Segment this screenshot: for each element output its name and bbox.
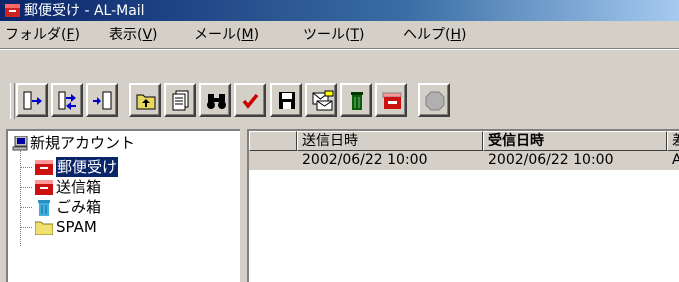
window-title: 郵便受け - AL-Mail bbox=[24, 3, 145, 19]
send-mail-button[interactable] bbox=[86, 83, 118, 117]
column-header-sent[interactable]: 送信日時 bbox=[297, 131, 483, 151]
find-button[interactable] bbox=[199, 83, 231, 117]
tree-label-trash: ごみ箱 bbox=[56, 198, 102, 216]
cell-received: 2002/06/22 10:00 bbox=[488, 152, 614, 168]
folder-icon bbox=[35, 221, 53, 235]
tree-label-account: 新規アカウント bbox=[30, 134, 136, 152]
menu-mail[interactable]: メール(M) bbox=[194, 25, 259, 45]
save-button[interactable] bbox=[270, 83, 302, 117]
trash-icon bbox=[351, 92, 363, 110]
inbox-icon bbox=[35, 160, 53, 175]
menu-view[interactable]: 表示(V) bbox=[109, 25, 158, 45]
stop-button[interactable] bbox=[418, 83, 450, 117]
tree-label-outbox: 送信箱 bbox=[56, 178, 102, 196]
delete-button[interactable] bbox=[340, 83, 372, 117]
envelope-icon bbox=[312, 90, 334, 111]
message-list-pane[interactable]: 送信日時 受信日時 差 2002/06/22 10:00 2002/06/22 … bbox=[247, 129, 679, 282]
column-header-marker[interactable] bbox=[249, 131, 297, 151]
receive-mail-button[interactable] bbox=[16, 83, 48, 117]
floppy-icon bbox=[279, 92, 295, 109]
trash-icon bbox=[38, 200, 50, 216]
stop-icon bbox=[425, 91, 445, 111]
send-receive-icon bbox=[58, 91, 76, 110]
menu-help[interactable]: ヘルプ(H) bbox=[403, 25, 466, 45]
menu-separator bbox=[0, 48, 679, 50]
toolbar-grip[interactable] bbox=[10, 83, 15, 119]
tree-label-spam: SPAM bbox=[56, 218, 97, 236]
tree-connector bbox=[20, 207, 32, 208]
up-folder-icon bbox=[136, 94, 156, 110]
binoculars-icon bbox=[207, 94, 226, 109]
tree-connector bbox=[20, 227, 32, 228]
mark-button[interactable] bbox=[234, 83, 266, 117]
cell-from: A bbox=[672, 152, 679, 168]
mailbox-icon bbox=[382, 92, 402, 109]
outbox-button[interactable] bbox=[375, 83, 407, 117]
menu-folder[interactable]: フォルダ(F) bbox=[5, 25, 80, 45]
title-bar[interactable]: 郵便受け - AL-Mail bbox=[0, 0, 679, 21]
checkmark-icon bbox=[242, 93, 259, 109]
receive-icon bbox=[23, 91, 42, 110]
column-header-received[interactable]: 受信日時 bbox=[483, 131, 667, 151]
compose-icon bbox=[172, 90, 189, 111]
mailbox-icon bbox=[5, 4, 20, 17]
reply-button[interactable] bbox=[305, 83, 337, 117]
new-message-button[interactable] bbox=[164, 83, 196, 117]
tree-connector bbox=[20, 167, 32, 168]
app-window: 郵便受け - AL-Mail フォルダ(F) 表示(V) メール(M) ツール(… bbox=[0, 0, 679, 282]
folder-tree-pane[interactable]: 新規アカウント 郵便受け 送信箱 ごみ箱 SPAM bbox=[6, 129, 240, 282]
pane-splitter[interactable] bbox=[240, 129, 247, 282]
outbox-icon bbox=[35, 180, 53, 195]
cell-sent: 2002/06/22 10:00 bbox=[302, 152, 428, 168]
tree-connector bbox=[20, 187, 32, 188]
send-icon bbox=[93, 91, 112, 110]
menu-bar: フォルダ(F) 表示(V) メール(M) ツール(T) ヘルプ(H) bbox=[0, 21, 679, 48]
send-receive-button[interactable] bbox=[51, 83, 83, 117]
menu-tools[interactable]: ツール(T) bbox=[303, 25, 365, 45]
up-folder-button[interactable] bbox=[129, 83, 161, 117]
tree-label-inbox: 郵便受け bbox=[54, 156, 120, 178]
computer-icon bbox=[12, 136, 28, 151]
tree-connector bbox=[20, 151, 21, 246]
column-header-from[interactable]: 差 bbox=[667, 131, 679, 151]
